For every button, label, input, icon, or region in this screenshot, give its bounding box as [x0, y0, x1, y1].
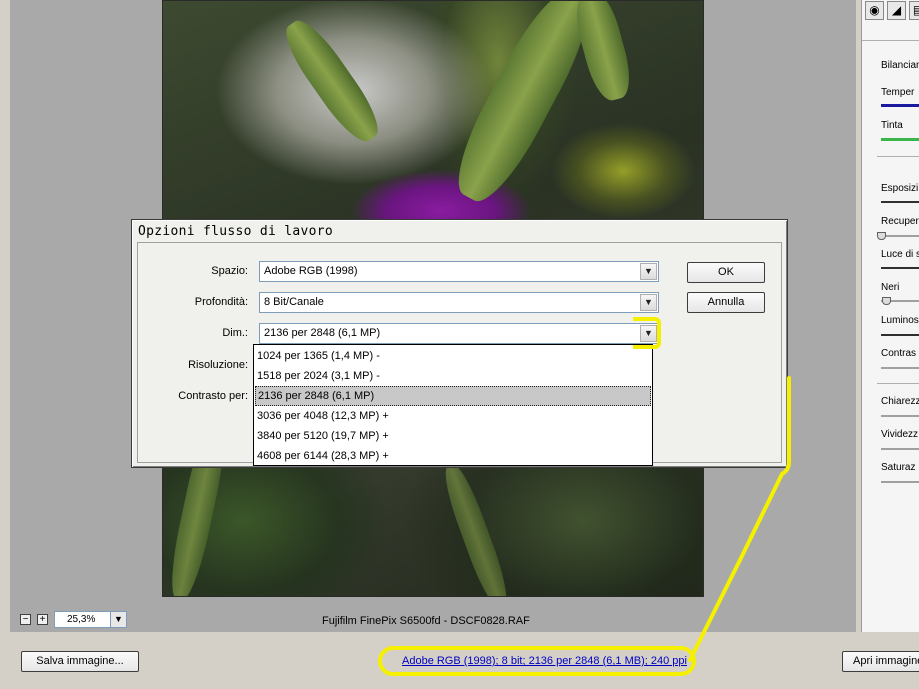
- space-select-value: Adobe RGB (1998): [264, 265, 358, 277]
- brightness-slider[interactable]: [881, 334, 919, 336]
- annotation-highlight: [633, 317, 661, 349]
- slider-thumb[interactable]: [882, 297, 891, 305]
- camera-file-label: Fujifilm FinePix S6500fd - DSCF0828.RAF: [322, 615, 530, 627]
- depth-select[interactable]: 8 Bit/Canale ▼: [259, 292, 659, 313]
- chevron-down-icon[interactable]: ▼: [640, 263, 657, 280]
- contrast-slider[interactable]: [881, 367, 919, 369]
- size-option-selected[interactable]: 2136 per 2848 (6,1 MP): [255, 386, 651, 406]
- temperature-slider[interactable]: [881, 104, 919, 107]
- slider-thumb[interactable]: [877, 232, 886, 240]
- zoom-in-button[interactable]: +: [37, 614, 48, 625]
- bottom-bar: Salva immagine... Adobe RGB (1998); 8 bi…: [0, 634, 919, 689]
- size-select[interactable]: 2136 per 2848 (6,1 MP) ▼: [259, 323, 659, 344]
- chevron-down-icon[interactable]: ▼: [640, 294, 657, 311]
- size-select-value: 2136 per 2848 (6,1 MP): [264, 327, 381, 339]
- size-option[interactable]: 4608 per 6144 (28,3 MP) +: [255, 446, 651, 466]
- label-chiarezza: Chiarezz: [881, 396, 919, 407]
- save-image-button[interactable]: Salva immagine...: [21, 651, 139, 672]
- cancel-button[interactable]: Annulla: [687, 292, 765, 313]
- label-neri: Neri: [881, 282, 900, 293]
- zoom-dropdown-button[interactable]: ▼: [110, 611, 127, 628]
- preview-status-strip: − + 25,3% ▼ Fujifilm FinePix S6500fd - D…: [10, 606, 856, 632]
- panel-divider: [877, 383, 919, 384]
- size-option[interactable]: 3840 per 5120 (19,7 MP) +: [255, 426, 651, 446]
- adjustments-panel: ◉ ◢ ▤ Bilancian Temper Tinta Esposizi Re…: [861, 0, 919, 632]
- space-label: Spazio:: [211, 265, 248, 277]
- label-luminosita: Luminos: [881, 315, 919, 326]
- ok-button[interactable]: OK: [687, 262, 765, 283]
- size-label: Dim.:: [222, 327, 248, 339]
- label-temperatura: Temper: [881, 87, 915, 98]
- workflow-options-link[interactable]: Adobe RGB (1998); 8 bit; 2136 per 2848 (…: [402, 655, 687, 667]
- size-option[interactable]: 1024 per 1365 (1,4 MP) -: [255, 346, 651, 366]
- depth-label: Profondità:: [194, 296, 248, 308]
- space-select[interactable]: Adobe RGB (1998) ▼: [259, 261, 659, 282]
- dialog-title: Opzioni flusso di lavoro: [138, 224, 334, 239]
- panel-divider: [862, 40, 919, 41]
- open-image-button[interactable]: Apri immagine: [842, 651, 919, 672]
- tool-icon[interactable]: ▤: [909, 1, 919, 20]
- label-luce-di-schiarita: Luce di s: [881, 249, 919, 260]
- panel-divider: [877, 156, 919, 157]
- tint-slider[interactable]: [881, 138, 919, 141]
- label-esposizione: Esposizi: [881, 183, 919, 194]
- label-saturazione: Saturaz: [881, 462, 916, 473]
- zoom-out-button[interactable]: −: [20, 614, 31, 625]
- aperture-icon[interactable]: ◉: [865, 1, 884, 20]
- fill-light-slider[interactable]: [881, 267, 919, 269]
- saturation-slider[interactable]: [881, 481, 919, 483]
- clarity-slider[interactable]: [881, 415, 919, 417]
- exposure-slider[interactable]: [881, 201, 919, 203]
- label-tinta: Tinta: [881, 120, 903, 131]
- sharpen-label: Contrasto per:: [178, 390, 248, 402]
- vibrance-slider[interactable]: [881, 448, 919, 450]
- label-contrasto: Contras: [881, 348, 917, 359]
- size-option[interactable]: 1518 per 2024 (3,1 MP) -: [255, 366, 651, 386]
- label-recupero: Recuper: [881, 216, 919, 227]
- size-dropdown-list[interactable]: 1024 per 1365 (1,4 MP) - 1518 per 2024 (…: [253, 344, 653, 466]
- recovery-slider[interactable]: [881, 235, 919, 237]
- label-bilanciamento: Bilancian: [881, 60, 919, 71]
- zoom-level-field[interactable]: 25,3%: [54, 611, 112, 628]
- chevron-down-icon: ▼: [114, 614, 123, 624]
- label-vividezza: Vividezz: [881, 429, 919, 440]
- depth-select-value: 8 Bit/Canale: [264, 296, 324, 308]
- resolution-label: Risoluzione:: [188, 359, 248, 371]
- curve-icon[interactable]: ◢: [887, 1, 906, 20]
- size-option[interactable]: 3036 per 4048 (12,3 MP) +: [255, 406, 651, 426]
